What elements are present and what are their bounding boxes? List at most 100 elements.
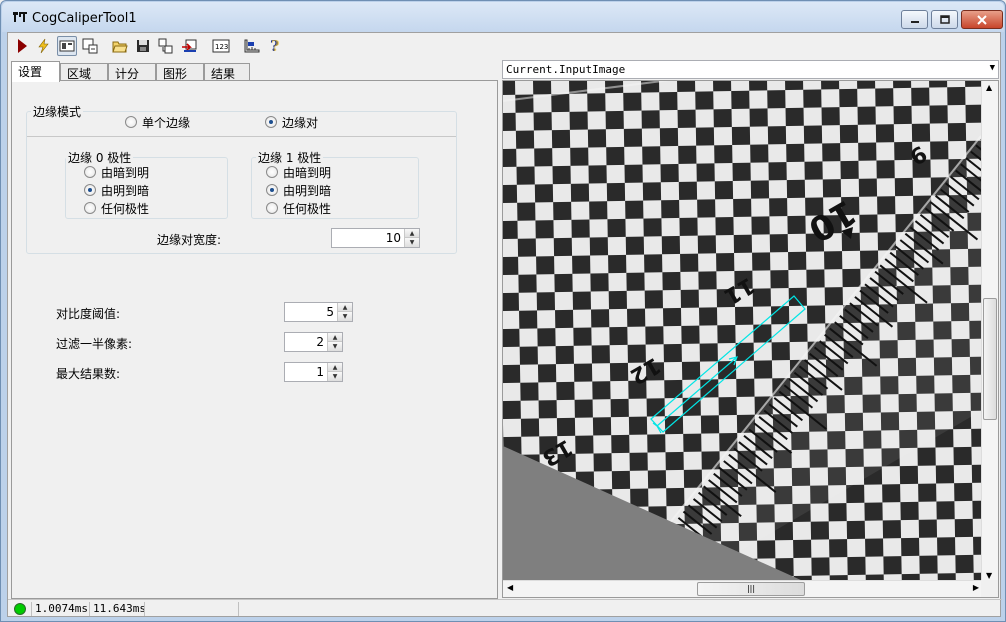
edge0-light-to-dark[interactable]: 由明到暗: [84, 182, 149, 198]
tab-results[interactable]: 结果: [204, 63, 250, 81]
close-button[interactable]: [961, 10, 1003, 29]
stepper-down-button[interactable]: ▼: [328, 372, 342, 381]
cognex-tool-icon: [13, 12, 27, 22]
stepper-down-button[interactable]: ▼: [328, 342, 342, 351]
radio-label: 任何极性: [283, 201, 332, 216]
radio-circle[interactable]: [266, 202, 278, 214]
client-area: 123 ?? 设置 区域 计分 图形 结果 边缘模式 单个边缘 边缘对 边缘 0…: [7, 32, 1002, 617]
scroll-right-icon[interactable]: ▶: [973, 583, 979, 592]
svg-text:?: ?: [271, 38, 280, 54]
edge0-polarity-group: 边缘 0 极性 由暗到明 由明到暗 任何极性: [65, 149, 228, 219]
title-bar[interactable]: CogCaliperTool1: [2, 2, 1004, 32]
stepper-value[interactable]: 5: [326, 305, 334, 319]
stepper-up-button[interactable]: ▲: [338, 303, 352, 312]
tab-scoring[interactable]: 计分: [108, 63, 156, 81]
stepper-value[interactable]: 1: [316, 365, 324, 379]
status-indicator-icon: [14, 603, 26, 615]
run-button[interactable]: [12, 36, 32, 56]
status-separator: [89, 602, 90, 616]
edge1-dark-to-light[interactable]: 由暗到明: [266, 164, 331, 180]
show-image-button[interactable]: [57, 36, 77, 56]
stepper-down-button[interactable]: ▼: [405, 238, 419, 247]
contrast-threshold-label: 对比度阈值:: [56, 307, 121, 321]
image-display[interactable]: 9 10 11 12 13 ▲ ▼ ◀ ||| ▶: [502, 80, 999, 598]
radio-circle[interactable]: [84, 166, 96, 178]
stepper-up-button[interactable]: ▲: [328, 363, 342, 372]
image-source-dropdown[interactable]: Current.InputImage ▼: [502, 60, 999, 79]
edge-pair-width-label: 边缘对宽度:: [157, 233, 222, 247]
horizontal-scrollbar[interactable]: ◀ ||| ▶: [503, 580, 983, 597]
maximize-button[interactable]: [931, 10, 958, 29]
terminal-button[interactable]: 123: [211, 36, 231, 56]
image-pane: Current.InputImage ▼ 9 10 11 12 13 ▲ ▼ ◀…: [502, 60, 1001, 599]
tool-output-icon: [158, 38, 173, 54]
radio-circle[interactable]: [84, 184, 96, 196]
ruler-button[interactable]: [242, 36, 262, 56]
max-results-stepper[interactable]: 1 ▲ ▼: [284, 362, 343, 382]
tab-label: 图形: [163, 67, 188, 81]
edge1-any-polarity[interactable]: 任何极性: [266, 200, 331, 216]
chevron-down-icon[interactable]: ▼: [990, 63, 995, 73]
radio-circle[interactable]: [125, 116, 137, 128]
status-bar: 1.0074ms 11.643ms: [8, 599, 1002, 617]
total-time: 11.643ms: [93, 602, 146, 615]
contrast-threshold-stepper[interactable]: 5 ▲ ▼: [284, 302, 353, 322]
tool-output-button[interactable]: [156, 36, 176, 56]
stepper-buttons: ▲ ▼: [337, 303, 352, 321]
show-image-icon: [59, 40, 75, 52]
reset-icon: [182, 39, 197, 52]
minimize-button[interactable]: [901, 10, 928, 29]
terminal-icon: 123: [212, 39, 230, 53]
window-title: CogCaliperTool1: [32, 11, 137, 26]
toolbar: 123 ??: [8, 33, 1002, 59]
reset-button[interactable]: [180, 36, 200, 56]
electric-button[interactable]: [33, 36, 53, 56]
help-button[interactable]: ??: [265, 36, 285, 56]
stepper-buttons: ▲ ▼: [327, 363, 342, 381]
vertical-scrollbar[interactable]: ▲ ▼: [981, 81, 998, 582]
radio-circle[interactable]: [266, 184, 278, 196]
close-icon: [977, 14, 987, 25]
edge0-dark-to-light[interactable]: 由暗到明: [84, 164, 149, 180]
ruler-icon: [244, 39, 260, 53]
scroll-down-icon[interactable]: ▼: [986, 571, 992, 580]
tab-settings[interactable]: 设置: [11, 61, 60, 82]
stepper-up-button[interactable]: ▲: [405, 229, 419, 238]
radio-label: 由明到暗: [101, 183, 150, 198]
tab-graphics[interactable]: 图形: [156, 63, 204, 81]
horizontal-scroll-thumb[interactable]: |||: [697, 582, 805, 596]
radio-circle[interactable]: [84, 202, 96, 214]
svg-text:123: 123: [215, 43, 228, 51]
stepper-value[interactable]: 10: [386, 231, 401, 245]
stepper-down-button[interactable]: ▼: [338, 312, 352, 321]
scroll-corner: [981, 580, 998, 597]
save-button[interactable]: [133, 36, 153, 56]
status-separator: [144, 602, 145, 616]
radio-single-edge[interactable]: 单个边缘: [125, 114, 190, 130]
scroll-up-icon[interactable]: ▲: [986, 83, 992, 92]
radio-circle[interactable]: [265, 116, 277, 128]
settings-pane: 边缘模式 单个边缘 边缘对 边缘 0 极性 由暗到明 由明到暗 任何极性 边缘 …: [11, 80, 498, 599]
edge0-any-polarity[interactable]: 任何极性: [84, 200, 149, 216]
radio-edge-pair[interactable]: 边缘对: [265, 114, 318, 130]
help-icon: ??: [270, 38, 280, 54]
run-time: 1.0074ms: [35, 602, 88, 615]
stepper-up-button[interactable]: ▲: [328, 333, 342, 342]
filter-half-pixels-stepper[interactable]: 2 ▲ ▼: [284, 332, 343, 352]
local-graphics-button[interactable]: [80, 36, 100, 56]
radio-label: 由明到暗: [283, 183, 332, 198]
tab-region[interactable]: 区域: [60, 63, 108, 81]
tab-label: 设置: [18, 65, 43, 79]
edge1-light-to-dark[interactable]: 由明到暗: [266, 182, 331, 198]
radio-label: 单个边缘: [142, 115, 191, 130]
input-image[interactable]: 9 10 11 12 13: [503, 81, 981, 581]
stepper-value[interactable]: 2: [316, 335, 324, 349]
scroll-left-icon[interactable]: ◀: [507, 583, 513, 592]
status-separator: [238, 602, 239, 616]
vertical-scroll-thumb[interactable]: [983, 298, 997, 420]
radio-label: 边缘对: [282, 115, 319, 130]
edge-pair-width-stepper[interactable]: 10 ▲ ▼: [331, 228, 420, 248]
radio-circle[interactable]: [266, 166, 278, 178]
image-source-value: Current.InputImage: [506, 63, 626, 76]
open-button[interactable]: [110, 36, 130, 56]
